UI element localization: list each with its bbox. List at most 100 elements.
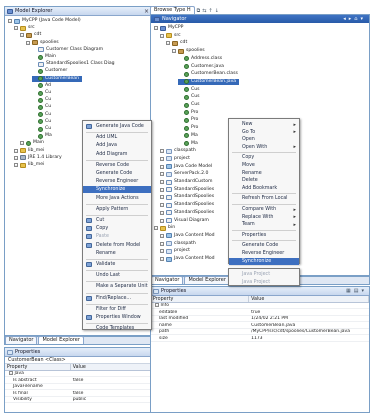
menu-item[interactable]: Find/Replace... <box>83 295 151 302</box>
tree-item[interactable]: Ma <box>178 133 198 139</box>
menu-item[interactable]: Properties <box>229 232 299 239</box>
menu-item[interactable]: Refresh From Local <box>229 195 299 202</box>
col-value-right[interactable]: Value <box>249 296 369 302</box>
menu-item[interactable]: Java Project <box>229 271 299 278</box>
tree-item[interactable]: - project <box>160 156 190 162</box>
tree-item[interactable]: - StandardSpoolies <box>160 194 214 200</box>
tab-model-explorer-right[interactable]: Model Explorer <box>184 276 230 284</box>
tree-item[interactable]: - bin <box>154 225 175 231</box>
expand-toggle-icon[interactable]: - <box>160 195 164 200</box>
tree-item[interactable]: - cdt <box>20 32 41 38</box>
tab-browse-type[interactable]: Browse Type H <box>150 6 195 14</box>
property-row[interactable]: JavaFilename <box>5 384 151 390</box>
tree-item[interactable]: - JRE 1.4 Library <box>14 155 62 161</box>
left-properties-titlebar[interactable]: Properties <box>5 348 151 357</box>
tree-item[interactable]: Cu <box>32 126 51 132</box>
expand-toggle-icon[interactable]: - <box>154 26 158 30</box>
menu-item[interactable]: Cut <box>83 217 151 224</box>
tree-item[interactable]: - StandardSpoolies <box>160 210 214 216</box>
menu-item[interactable]: Reverse Engineer <box>229 250 299 257</box>
menu-icon[interactable]: ▾ <box>360 16 366 22</box>
property-value[interactable]: public <box>71 397 151 402</box>
tree-item[interactable]: Cu <box>32 104 51 110</box>
property-value[interactable]: true <box>249 310 369 315</box>
property-group[interactable]: - Java <box>5 371 151 377</box>
menu-item[interactable]: Delete from Model <box>83 242 151 249</box>
view-menu-icon[interactable]: ▾ <box>361 288 367 294</box>
menu-item[interactable]: Compare With ▸ <box>229 206 299 213</box>
property-value[interactable] <box>71 384 151 389</box>
tree-item[interactable]: Cu <box>32 97 51 103</box>
tree-item[interactable]: - StandardSpoolies <box>160 202 214 208</box>
menu-item[interactable]: Validate <box>83 261 151 268</box>
menu-item[interactable]: Properties Window <box>83 314 151 321</box>
menu-item[interactable]: Undo Last <box>83 272 151 279</box>
tree-item[interactable]: - lib_mei <box>14 162 44 168</box>
expand-toggle-icon[interactable]: - <box>160 249 164 254</box>
navigator-titlebar[interactable]: Navigator ◂▸⌂▾ <box>151 15 369 23</box>
menu-item[interactable]: Open <box>229 136 299 143</box>
menu-item[interactable]: Delete <box>229 177 299 184</box>
tab-navigator[interactable]: Navigator <box>5 336 38 344</box>
menu-item[interactable]: Generate Code <box>229 242 299 249</box>
tree-item[interactable]: - MyCPP <box>154 25 183 31</box>
menu-item[interactable]: Add UML <box>83 134 151 141</box>
tree-item[interactable]: Cus <box>178 94 200 100</box>
tree-item[interactable]: Ad <box>32 83 51 89</box>
tree-item[interactable]: Pro <box>178 125 198 131</box>
expand-toggle-icon[interactable]: - <box>160 180 164 184</box>
tab-navigator-right[interactable]: Navigator <box>151 276 184 284</box>
property-value[interactable]: 1173 <box>249 336 369 341</box>
tree-item[interactable]: CustomerBean.class <box>178 71 238 77</box>
property-row[interactable]: last modified 1/24/02 2:21 PM <box>151 316 369 322</box>
menu-item[interactable]: Reverse Code <box>83 162 151 169</box>
expand-toggle-icon[interactable]: - <box>154 226 158 231</box>
tab-model-explorer[interactable]: Model Explorer <box>38 336 84 344</box>
tree-item[interactable]: Cu <box>32 90 51 96</box>
expand-toggle-icon[interactable]: - <box>160 210 164 215</box>
tree-item[interactable]: Customer Class Diagram <box>32 47 103 53</box>
expand-toggle-icon[interactable]: - <box>160 203 164 208</box>
property-row[interactable]: size 1173 <box>151 336 369 342</box>
tree-item[interactable]: - MyCPP (Java Code Model) <box>8 18 81 24</box>
model-explorer-titlebar[interactable]: Model Explorer × <box>5 7 151 16</box>
expand-toggle-icon[interactable]: - <box>160 218 164 223</box>
tree-item[interactable]: - Java Code Model <box>160 164 212 170</box>
property-row[interactable]: editable true <box>151 310 369 316</box>
menu-item[interactable]: Move <box>229 162 299 169</box>
property-value[interactable]: /MyCPP/src/cdt/spoolies/CustomerBean.jav… <box>249 329 369 334</box>
expand-toggle-icon[interactable]: - <box>20 141 24 146</box>
tree-item[interactable]: Customer <box>32 68 67 74</box>
tree-item[interactable]: - src <box>14 25 35 31</box>
tree-item[interactable]: Customer.java <box>178 64 224 70</box>
tree-item[interactable]: Address.class <box>178 56 222 62</box>
menu-item[interactable]: Team ▸ <box>229 221 299 228</box>
tree-item[interactable]: Cus <box>178 87 200 93</box>
tree-item[interactable]: - classpath <box>160 148 196 154</box>
expand-toggle-icon[interactable]: - <box>172 49 176 54</box>
tree-item[interactable]: Ma <box>178 141 198 147</box>
tree-item[interactable]: CustomerBean <box>32 75 83 82</box>
expand-toggle-icon[interactable]: - <box>26 40 30 45</box>
tree-item[interactable]: CustomerBean.java <box>178 78 240 85</box>
collapse-icon[interactable]: - <box>155 303 159 307</box>
property-row[interactable]: name CustomerBean.java <box>151 323 369 329</box>
menu-item[interactable]: Rename <box>83 250 151 257</box>
tree-item[interactable]: - Java Content Mod <box>160 256 215 262</box>
menu-item[interactable]: Generate Code <box>83 170 151 177</box>
property-value[interactable]: false <box>71 378 151 383</box>
menu-item[interactable]: Go To ▸ <box>229 129 299 136</box>
property-row[interactable]: Is final false <box>5 391 151 397</box>
expand-toggle-icon[interactable]: - <box>14 155 18 160</box>
close-icon[interactable]: × <box>144 8 149 15</box>
tree-item[interactable]: - StandardCustom <box>160 179 213 185</box>
tree-item[interactable]: StandardSpoolies1 Class Diag <box>32 61 115 67</box>
menu-item[interactable]: New ▸ <box>229 121 299 128</box>
tree-item[interactable]: - Main <box>20 140 44 146</box>
property-row[interactable]: path/MyCPP/src/cdt/spoolies/CustomerBean… <box>151 329 369 335</box>
menu-item[interactable]: Copy <box>83 225 151 232</box>
property-row[interactable]: Is abstract false <box>5 378 151 384</box>
expand-toggle-icon[interactable]: - <box>160 156 164 161</box>
menu-item[interactable]: Apply Pattern <box>83 206 151 213</box>
tree-item[interactable]: - spoolies <box>172 48 205 54</box>
